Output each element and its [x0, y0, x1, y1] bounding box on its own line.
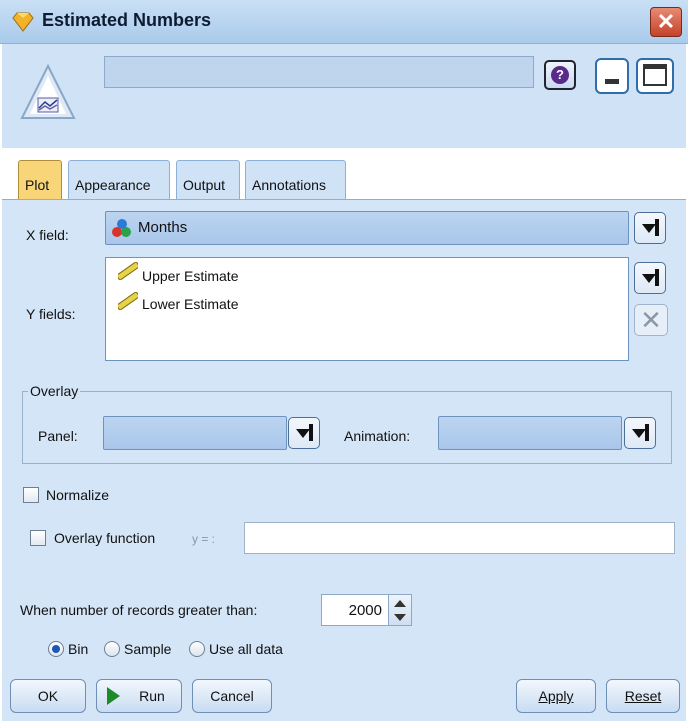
continuous-field-icon — [118, 262, 138, 280]
overlay-function-prefix: y = : — [192, 532, 216, 546]
spin-up-icon — [394, 600, 406, 607]
node-name-field[interactable] — [104, 56, 534, 88]
x-field-label: X field: — [26, 227, 69, 243]
tab-output[interactable]: Output — [176, 160, 240, 200]
spin-down-icon — [394, 614, 406, 621]
apply-button[interactable]: Apply — [516, 679, 596, 713]
maximize-button[interactable] — [636, 58, 674, 94]
radio-bin[interactable] — [48, 641, 64, 657]
overlay-function-input[interactable] — [244, 522, 675, 554]
records-threshold-label: When number of records greater than: — [20, 602, 258, 618]
radio-use-all-data-label: Use all data — [209, 641, 283, 657]
minimize-icon — [605, 79, 619, 84]
ok-button[interactable]: OK — [10, 679, 86, 713]
continuous-field-icon — [118, 292, 138, 310]
overlay-function-label: Overlay function — [54, 530, 156, 546]
cancel-button[interactable]: Cancel — [192, 679, 272, 713]
reset-button[interactable]: Reset — [606, 679, 680, 713]
animation-picker-button[interactable] — [624, 417, 656, 449]
run-button-label: Run — [139, 688, 165, 704]
help-button[interactable]: ? — [544, 60, 576, 90]
close-button[interactable]: ✕ — [650, 7, 682, 37]
play-icon — [107, 687, 120, 705]
tab-appearance[interactable]: Appearance — [68, 160, 170, 200]
normalize-label: Normalize — [46, 487, 110, 503]
y-field-item-lower-estimate[interactable]: Lower Estimate — [142, 296, 238, 312]
minimize-button[interactable] — [595, 58, 629, 94]
window-title: Estimated Numbers — [42, 10, 212, 30]
radio-sample[interactable] — [104, 641, 120, 657]
animation-label: Animation: — [344, 428, 411, 444]
overlay-function-checkbox[interactable] — [30, 530, 46, 546]
plot-node-icon — [20, 63, 76, 128]
panel-select[interactable] — [103, 416, 287, 450]
nominal-field-icon — [112, 219, 131, 237]
app-icon — [12, 12, 34, 32]
tab-plot[interactable]: Plot — [18, 160, 62, 200]
run-button[interactable]: Run — [96, 679, 182, 713]
overlay-legend: Overlay — [28, 383, 81, 399]
animation-select[interactable] — [438, 416, 622, 450]
x-field-value: Months — [138, 219, 188, 236]
records-threshold-input[interactable]: 2000 — [321, 594, 389, 626]
tab-annotations[interactable]: Annotations — [245, 160, 346, 200]
y-field-item-upper-estimate[interactable]: Upper Estimate — [142, 268, 238, 284]
maximize-icon — [643, 64, 667, 86]
help-icon: ? — [551, 66, 569, 84]
remove-field-button[interactable]: ✕ — [634, 304, 668, 336]
panel-picker-button[interactable] — [288, 417, 320, 449]
panel-label: Panel: — [38, 428, 78, 444]
radio-bin-label: Bin — [68, 641, 89, 657]
y-fields-label: Y fields: — [26, 306, 76, 322]
radio-sample-label: Sample — [124, 641, 172, 657]
normalize-checkbox[interactable] — [23, 487, 39, 503]
records-spinner[interactable] — [388, 594, 412, 626]
x-field-picker-button[interactable] — [634, 212, 666, 244]
y-fields-picker-button[interactable] — [634, 262, 666, 294]
radio-use-all-data[interactable] — [189, 641, 205, 657]
